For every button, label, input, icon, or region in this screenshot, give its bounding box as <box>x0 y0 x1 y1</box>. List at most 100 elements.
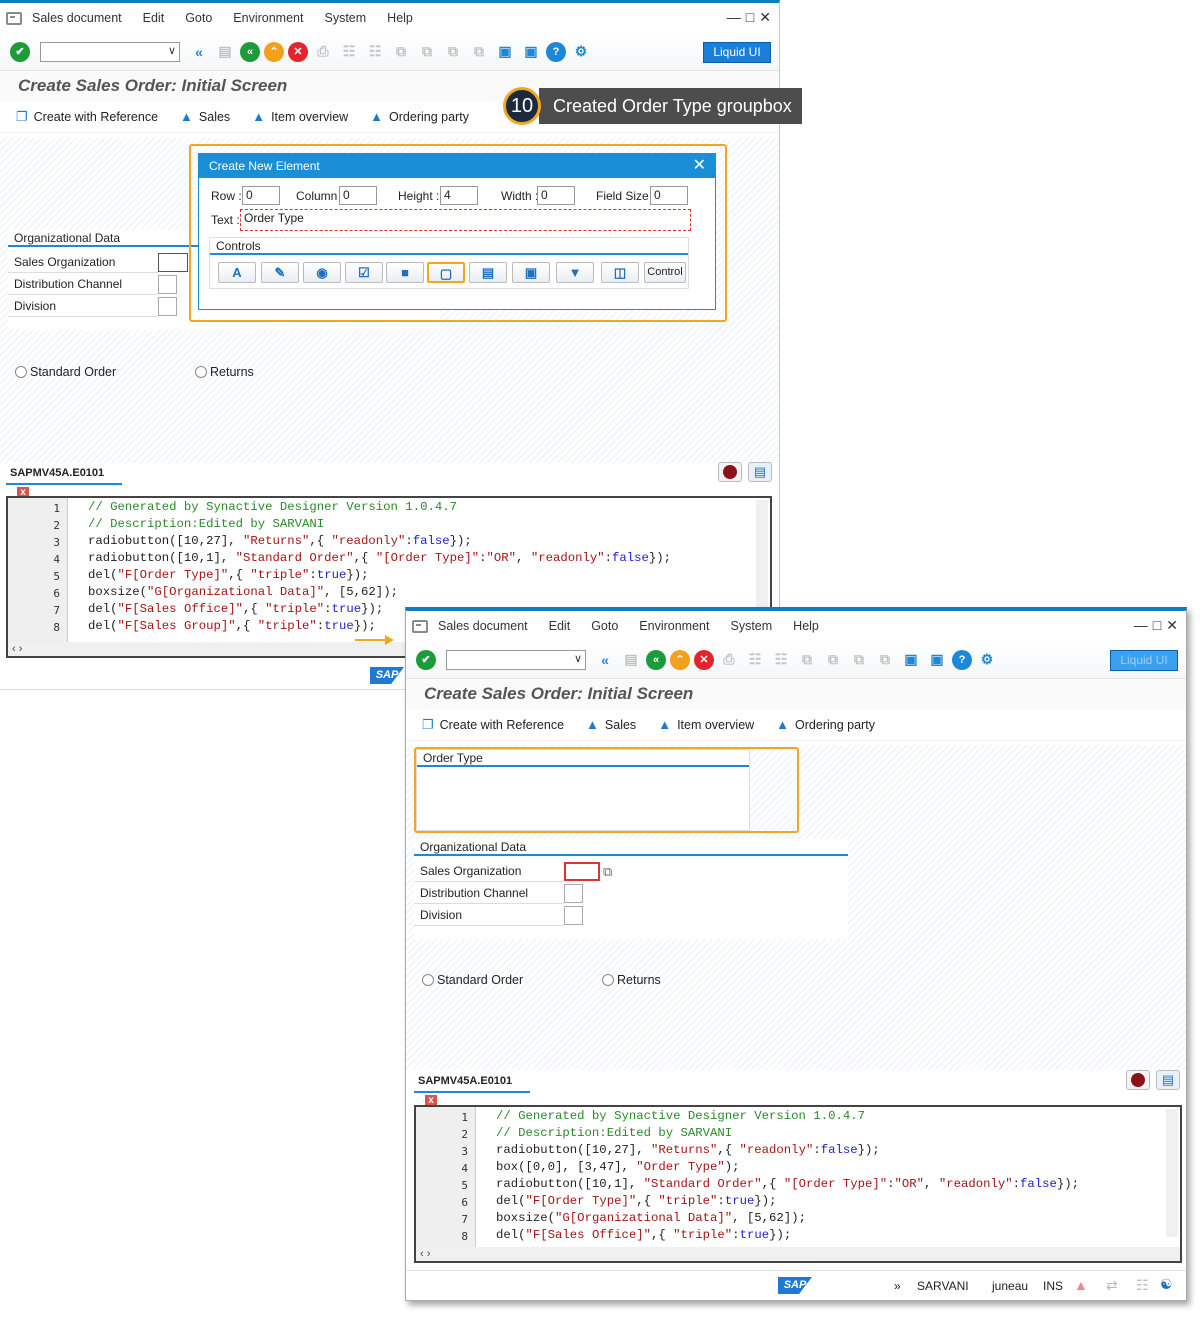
menu-sales-document[interactable]: Sales document <box>32 11 122 25</box>
save-icon[interactable]: ▤ <box>620 649 642 671</box>
help-icon[interactable]: ? <box>546 41 566 62</box>
create-with-reference-button[interactable]: ❐ Create with Reference <box>16 109 158 125</box>
code-line[interactable]: // Description:Edited by SARVANI <box>88 517 324 531</box>
code-line[interactable]: boxsize("G[Organizational Data]", [5,62]… <box>88 585 398 599</box>
close-icon[interactable]: ✕ <box>1166 617 1178 634</box>
vertical-scrollbar[interactable] <box>1166 1109 1178 1237</box>
last-page-icon[interactable]: ⧉ <box>468 41 490 63</box>
minimize-icon[interactable]: — <box>1134 617 1148 634</box>
code-line[interactable]: // Generated by Synactive Designer Versi… <box>496 1109 865 1123</box>
text-control-icon[interactable]: A <box>218 262 256 283</box>
first-page-icon[interactable]: ⧉ <box>390 41 412 63</box>
print-icon[interactable]: ⎙ <box>718 649 740 671</box>
code-line[interactable]: boxsize("G[Organizational Data]", [5,62]… <box>496 1211 806 1225</box>
maximize-icon[interactable]: □ <box>1153 617 1161 634</box>
code-line[interactable]: radiobutton([10,27], "Returns",{ "readon… <box>496 1143 880 1157</box>
find-next-icon[interactable]: ☷ <box>364 41 386 63</box>
menu-edit[interactable]: Edit <box>143 11 165 25</box>
code-line[interactable]: box([0,0], [3,47], "Order Type"); <box>496 1160 740 1174</box>
new-session-icon[interactable]: ▣ <box>494 41 516 63</box>
distribution-channel-input[interactable] <box>564 884 583 903</box>
exit-icon[interactable]: ⌃ <box>670 649 690 670</box>
menu-system[interactable]: System <box>324 11 366 25</box>
menu-environment[interactable]: Environment <box>233 11 303 25</box>
minimize-icon[interactable]: — <box>727 9 741 26</box>
division-input[interactable] <box>564 906 583 925</box>
command-field[interactable] <box>40 41 180 62</box>
height-input[interactable]: 4 <box>440 186 478 205</box>
menu-sales-document[interactable]: Sales document <box>438 619 528 633</box>
column-input[interactable]: 0 <box>339 186 377 205</box>
row-input[interactable]: 0 <box>242 186 280 205</box>
radio-control-icon[interactable]: ◉ <box>303 262 341 283</box>
find-next-icon[interactable]: ☷ <box>770 649 792 671</box>
back-double-icon[interactable]: « <box>594 649 616 671</box>
standard-order-radio[interactable]: Standard Order <box>422 973 523 987</box>
back-icon[interactable]: « <box>646 649 666 670</box>
sales-org-input[interactable] <box>158 253 188 272</box>
code-line[interactable]: radiobutton([10,1], "Standard Order",{ "… <box>496 1177 1079 1191</box>
field-size-input[interactable]: 0 <box>650 186 688 205</box>
settings-gear-icon[interactable]: ⚙ <box>976 649 998 671</box>
menu-goto[interactable]: Goto <box>591 619 618 633</box>
system-name[interactable]: SARVANI <box>917 1279 969 1293</box>
ordering-party-button[interactable]: ▲ Ordering party <box>370 109 469 124</box>
enter-icon[interactable]: ✔ <box>10 41 30 62</box>
input-mode[interactable]: INS <box>1043 1279 1063 1293</box>
liquid-ui-button[interactable]: Liquid UI <box>1110 650 1178 671</box>
groupbox-control-icon[interactable]: ▢ <box>427 262 465 283</box>
code-line[interactable]: radiobutton([10,1], "Standard Order",{ "… <box>88 551 671 565</box>
lock-icon[interactable]: ☯ <box>1160 1276 1173 1293</box>
pencil-icon[interactable]: ✎ <box>261 262 299 283</box>
button-control-icon[interactable]: ■ <box>386 262 424 283</box>
liquid-ui-button[interactable]: Liquid UI <box>703 42 771 63</box>
returns-radio[interactable]: Returns <box>195 365 254 379</box>
table-control-icon[interactable]: ◫ <box>601 262 639 283</box>
width-input[interactable]: 0 <box>537 186 575 205</box>
next-page-icon[interactable]: ⧉ <box>442 41 464 63</box>
item-overview-button[interactable]: ▲ Item overview <box>658 717 754 732</box>
menu-system[interactable]: System <box>730 619 772 633</box>
first-page-icon[interactable]: ⧉ <box>796 649 818 671</box>
standard-order-radio[interactable]: Standard Order <box>15 365 116 379</box>
save-icon[interactable]: ▤ <box>214 41 236 63</box>
shortcut-icon[interactable]: ▣ <box>926 649 948 671</box>
code-line[interactable]: del("F[Order Type]",{ "triple":true}); <box>496 1194 776 1208</box>
menu-help[interactable]: Help <box>387 11 413 25</box>
horizontal-scrollbar[interactable]: ‹ › <box>416 1247 1180 1261</box>
create-with-reference-button[interactable]: ❐ Create with Reference <box>422 717 564 733</box>
record-button[interactable] <box>1126 1070 1150 1090</box>
dropdown-control-icon[interactable]: ▼ <box>556 262 594 283</box>
next-page-icon[interactable]: ⧉ <box>848 649 870 671</box>
text-input[interactable]: Order Type <box>240 209 691 231</box>
code-line[interactable]: // Description:Edited by SARVANI <box>496 1126 732 1140</box>
new-session-icon[interactable]: ▣ <box>900 649 922 671</box>
code-line[interactable]: del("F[Sales Office]",{ "triple":true}); <box>496 1228 791 1242</box>
script-editor[interactable]: 1 2 3 4 5 6 7 8 // Generated by Synactive Desig… <box>414 1105 1182 1263</box>
help-icon[interactable]: ? <box>952 649 972 670</box>
find-icon[interactable]: ☷ <box>338 41 360 63</box>
save-script-button[interactable]: ▤ <box>1156 1070 1180 1090</box>
menu-environment[interactable]: Environment <box>639 619 709 633</box>
item-overview-button[interactable]: ▲ Item overview <box>252 109 348 124</box>
code-line[interactable]: // Generated by Synactive Designer Versi… <box>88 500 457 514</box>
menu-help[interactable]: Help <box>793 619 819 633</box>
close-icon[interactable]: ✕ <box>759 9 771 26</box>
prev-page-icon[interactable]: ⧉ <box>416 41 438 63</box>
code-line[interactable]: del("F[Order Type]",{ "triple":true}); <box>88 568 368 582</box>
settings-gear-icon[interactable]: ⚙ <box>570 41 592 63</box>
image-control-icon[interactable]: ▣ <box>512 262 550 283</box>
code-line[interactable]: radiobutton([10,27], "Returns",{ "readon… <box>88 534 472 548</box>
sales-button[interactable]: ▲ Sales <box>586 717 636 732</box>
editor-tab[interactable]: SAPMV45A.E0101x <box>6 463 122 500</box>
menu-edit[interactable]: Edit <box>549 619 571 633</box>
find-icon[interactable]: ☷ <box>744 649 766 671</box>
editor-tab[interactable]: SAPMV45A.E0101x <box>414 1071 530 1108</box>
status-arrows[interactable]: » <box>894 1279 901 1293</box>
close-icon[interactable]: ✕ <box>693 154 706 178</box>
exit-icon[interactable]: ⌃ <box>264 41 284 62</box>
menu-icon[interactable] <box>6 11 22 25</box>
sales-org-input[interactable] <box>564 862 600 881</box>
checkbox-control-icon[interactable]: ☑ <box>345 262 383 283</box>
back-double-icon[interactable]: « <box>188 41 210 63</box>
